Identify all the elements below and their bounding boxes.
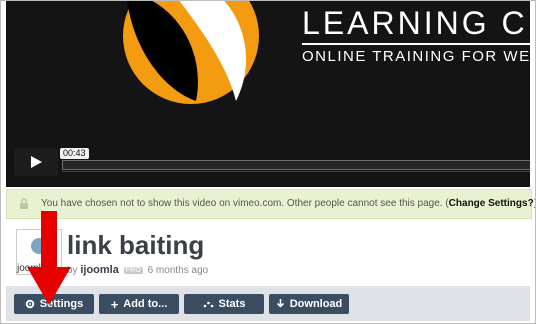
page-frame: LEARNING CENTER ONLINE TRAINING FOR WEBS… [0, 0, 536, 324]
brand-tagline: ONLINE TRAINING FOR WEBSITE OWNERS [302, 48, 530, 65]
download-button-label: Download [289, 298, 343, 310]
add-to-button-label: Add to... [123, 298, 168, 310]
video-title: link baiting [67, 230, 205, 260]
timestamp: 00:43 [60, 148, 89, 159]
notice-text: You have chosen not to show this video o… [41, 198, 449, 209]
uploader-link[interactable]: ijoomla [80, 264, 119, 276]
stats-button[interactable]: Stats [184, 294, 264, 314]
lock-icon [20, 198, 28, 209]
download-button[interactable]: Download [269, 294, 349, 314]
play-icon [31, 156, 42, 168]
volume-line [62, 171, 530, 172]
upload-time: 6 months ago [147, 265, 209, 276]
privacy-notice: You have chosen not to show this video o… [6, 189, 535, 219]
change-settings-link[interactable]: Change Settings? [449, 198, 534, 209]
play-button[interactable] [14, 148, 58, 176]
brand-learning-center: LEARNING CENTER [302, 5, 530, 41]
red-arrow-annotation [27, 211, 71, 305]
stats-icon [203, 301, 213, 307]
video-player[interactable]: LEARNING CENTER ONLINE TRAINING FOR WEBS… [6, 1, 530, 187]
video-meta: by ijoomla PRO 6 months ago [67, 264, 208, 276]
pro-badge: PRO [123, 267, 143, 274]
seek-bar[interactable] [62, 160, 530, 170]
download-icon [276, 299, 284, 308]
plus-icon: + [110, 296, 119, 312]
stats-button-label: Stats [218, 298, 246, 310]
add-to-button[interactable]: + Add to... [99, 294, 179, 314]
joomla-logo-icon [123, 1, 259, 104]
